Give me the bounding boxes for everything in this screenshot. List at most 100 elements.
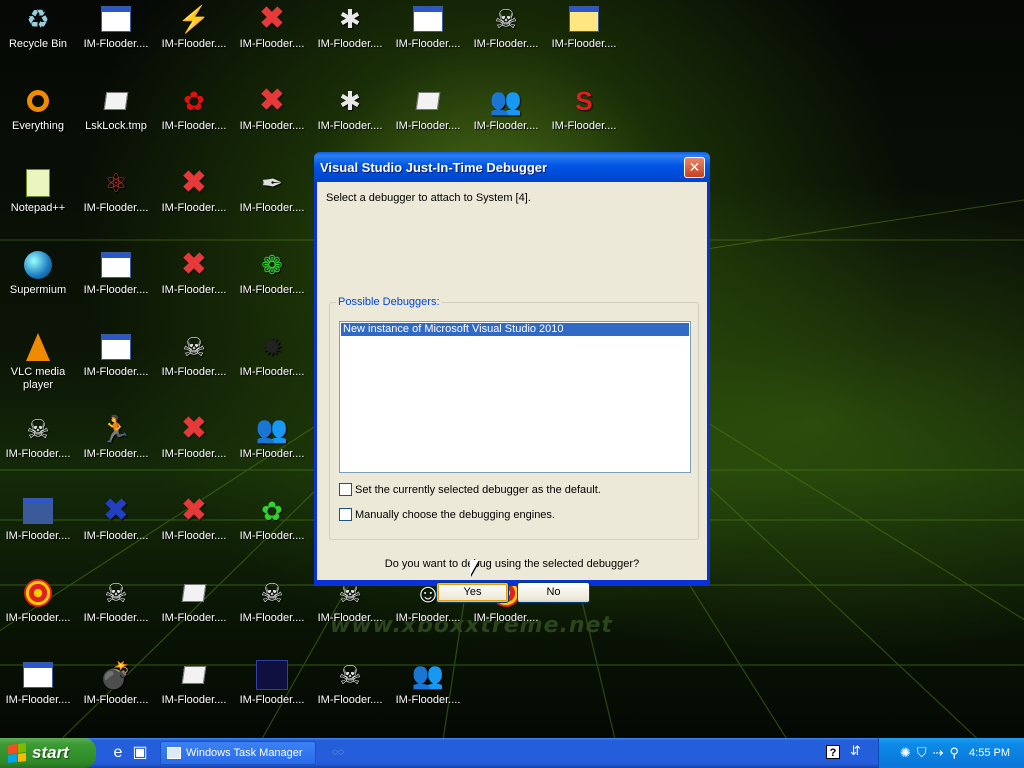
task-manager-taskbar-button[interactable]: Windows Task Manager: [160, 741, 316, 765]
start-button[interactable]: start: [0, 738, 96, 768]
help-icon[interactable]: ?: [826, 745, 840, 759]
desktop-icon[interactable]: ♻ Recycle Bin: [0, 2, 76, 51]
desktop-icon-label: IM-Flooder....: [83, 366, 149, 378]
desktop-icon[interactable]: IM-Flooder....: [234, 658, 310, 707]
desktop-icon-label: IM-Flooder....: [317, 38, 383, 50]
desktop-icon[interactable]: 👥 IM-Flooder....: [468, 84, 544, 133]
desktop-icon[interactable]: ❁ IM-Flooder....: [234, 248, 310, 297]
list-item[interactable]: New instance of Microsoft Visual Studio …: [341, 323, 689, 336]
taskbar: start e ▣ Windows Task Manager ◌◌ ? ⇵ ✺ …: [0, 738, 1024, 768]
tray-arrow-icon[interactable]: ⇵: [850, 743, 861, 759]
desktop-icon-label: VLC media player: [10, 366, 66, 391]
yes-button[interactable]: Yes: [436, 582, 509, 603]
desktop-icon[interactable]: ✖ IM-Flooder....: [234, 84, 310, 133]
dfm-flower-icon: ❁: [261, 250, 283, 280]
desktop-icon[interactable]: Supermium: [0, 248, 76, 297]
default-debugger-checkbox[interactable]: [339, 483, 352, 496]
desktop-icon[interactable]: ⚡ IM-Flooder....: [156, 2, 232, 51]
show-desktop-icon[interactable]: ▣: [130, 743, 150, 763]
everything-icon: [21, 84, 55, 118]
security-shield-icon[interactable]: ⛉: [917, 745, 927, 761]
desktop-icon[interactable]: IM-Flooder....: [0, 494, 76, 543]
default-debugger-checkbox-row[interactable]: Set the currently selected debugger as t…: [339, 483, 601, 496]
desktop-icon[interactable]: ✖ IM-Flooder....: [156, 412, 232, 461]
crossed-x-icon: ✖: [103, 494, 129, 527]
desktop-icon[interactable]: IM-Flooder....: [78, 330, 154, 379]
desktop-icon[interactable]: 💣 IM-Flooder....: [78, 658, 154, 707]
desktop-icon[interactable]: ✖ IM-Flooder....: [78, 494, 154, 543]
desktop-icon-label: IM-Flooder....: [5, 612, 71, 624]
red-x-icon: ✖: [181, 494, 207, 527]
desktop-icon[interactable]: ✹ IM-Flooder....: [234, 330, 310, 379]
desktop-icon[interactable]: ✱ IM-Flooder....: [312, 84, 388, 133]
desktop-icon-label: IM-Flooder....: [551, 38, 617, 50]
desktop-icon-label: IM-Flooder....: [317, 694, 383, 706]
desktop-icon[interactable]: ✖ IM-Flooder....: [234, 2, 310, 51]
desktop-icon[interactable]: IM-Flooder....: [0, 576, 76, 625]
network-icon[interactable]: ✺: [900, 745, 911, 761]
desktop-icon[interactable]: ✖ IM-Flooder....: [156, 166, 232, 215]
desktop-icon-label: IM-Flooder....: [239, 612, 305, 624]
desktop-icon-label: IM-Flooder....: [239, 120, 305, 132]
desktop-icon[interactable]: IM-Flooder....: [390, 84, 466, 133]
desktop-icon-label: IM-Flooder....: [239, 530, 305, 542]
white-star-icon: ✱: [339, 86, 361, 116]
desktop-icon[interactable]: S IM-Flooder....: [546, 84, 622, 133]
desktop-icon[interactable]: IM-Flooder....: [78, 2, 154, 51]
no-button[interactable]: No: [517, 582, 590, 603]
desktop-icon[interactable]: VLC media player: [0, 330, 76, 392]
desktop-icon-label: IM-Flooder....: [395, 694, 461, 706]
desktop-icon-label: IM-Flooder....: [83, 694, 149, 706]
desktop-icon[interactable]: ☠ IM-Flooder....: [312, 658, 388, 707]
clock[interactable]: 4:55 PM: [969, 747, 1010, 759]
desktop-icon[interactable]: IM-Flooder....: [78, 248, 154, 297]
desktop-icon[interactable]: 👥 IM-Flooder....: [390, 658, 466, 707]
desktop-icon-label: IM-Flooder....: [161, 366, 227, 378]
desktop-icon[interactable]: IM-Flooder....: [156, 576, 232, 625]
debugging-engines-checkbox-row[interactable]: Manually choose the debugging engines.: [339, 508, 555, 521]
desktop-icon[interactable]: ☠ IM-Flooder....: [0, 412, 76, 461]
desktop-icon[interactable]: LskLock.tmp: [78, 84, 154, 133]
desktop-icon[interactable]: ✖ IM-Flooder....: [156, 248, 232, 297]
desktop-icon[interactable]: ✒ IM-Flooder....: [234, 166, 310, 215]
desktop-icon[interactable]: ☠ IM-Flooder....: [78, 576, 154, 625]
language-bar-icon[interactable]: ◌◌: [328, 743, 348, 763]
search-icon[interactable]: ⚲: [950, 745, 960, 761]
feather-icon: ✒: [261, 168, 283, 198]
close-button[interactable]: ✕: [684, 156, 705, 178]
desktop-icon[interactable]: ☠ IM-Flooder....: [468, 2, 544, 51]
desktop-icon[interactable]: ☠ IM-Flooder....: [234, 576, 310, 625]
desktop-icon[interactable]: IM-Flooder....: [390, 2, 466, 51]
desktop-icon-label: Supermium: [9, 284, 67, 296]
debugging-engines-label[interactable]: Manually choose the debugging engines.: [355, 509, 555, 521]
desktop-icon[interactable]: IM-Flooder....: [0, 658, 76, 707]
connection-icon[interactable]: ⇢: [933, 745, 944, 761]
desktop-icon[interactable]: ✖ IM-Flooder....: [156, 494, 232, 543]
desktop-icon-label: Notepad++: [10, 202, 66, 214]
task-button-label: Windows Task Manager: [186, 747, 303, 759]
desktop-icon[interactable]: 👥 IM-Flooder....: [234, 412, 310, 461]
desktop-icon[interactable]: Notepad++: [0, 166, 76, 215]
desktop-icon[interactable]: IM-Flooder....: [156, 658, 232, 707]
possible-debuggers-group: Possible Debuggers: New instance of Micr…: [329, 296, 699, 540]
default-debugger-label[interactable]: Set the currently selected debugger as t…: [355, 484, 601, 496]
desktop-icon[interactable]: ⚛ IM-Flooder....: [78, 166, 154, 215]
desktop-icon[interactable]: ✿ IM-Flooder....: [156, 84, 232, 133]
task-manager-icon: [167, 747, 181, 759]
desktop-icon-label: IM-Flooder....: [83, 284, 149, 296]
desktop-icon[interactable]: IM-Flooder....: [546, 2, 622, 51]
desktop-icon[interactable]: ☠ IM-Flooder....: [156, 330, 232, 379]
debugging-engines-checkbox[interactable]: [339, 508, 352, 521]
desktop-icon-label: IM-Flooder....: [161, 694, 227, 706]
desktop-icon[interactable]: ✱ IM-Flooder....: [312, 2, 388, 51]
desktop-icon-label: LskLock.tmp: [85, 120, 147, 132]
dialog-titlebar[interactable]: Visual Studio Just-In-Time Debugger ✕: [314, 152, 710, 182]
desktop-icon[interactable]: Everything: [0, 84, 76, 133]
internet-explorer-icon[interactable]: e: [108, 743, 128, 763]
desktop-icon[interactable]: ✿ IM-Flooder....: [234, 494, 310, 543]
debuggers-listbox[interactable]: New instance of Microsoft Visual Studio …: [339, 321, 691, 473]
red-x-icon: ✖: [181, 412, 207, 445]
desktop-icon[interactable]: 🏃 IM-Flooder....: [78, 412, 154, 461]
skull-icon: ☠: [104, 578, 128, 608]
desktop-icon-label: IM-Flooder....: [83, 530, 149, 542]
